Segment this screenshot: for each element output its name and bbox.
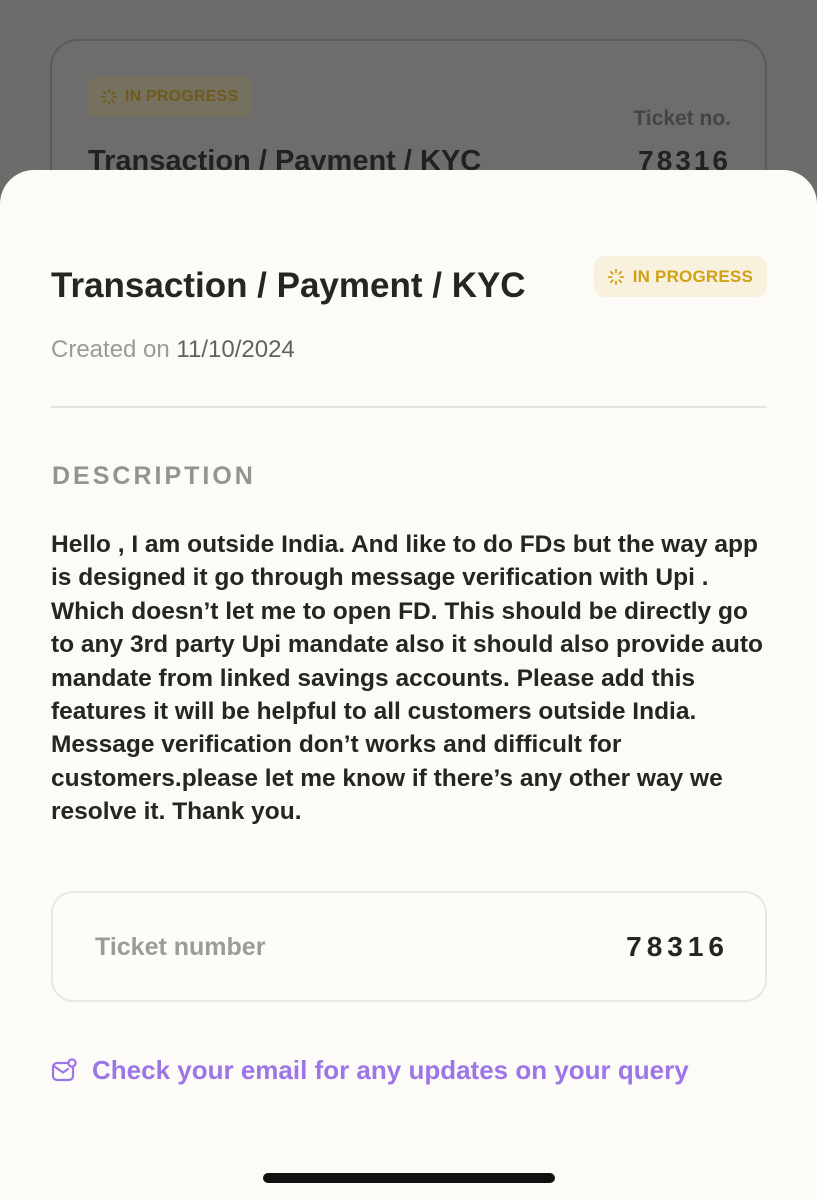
divider (51, 406, 767, 408)
background-status-badge: IN PROGRESS (88, 77, 253, 117)
ticket-number-value: 78316 (626, 931, 729, 962)
created-date: 11/10/2024 (176, 336, 295, 363)
status-label: IN PROGRESS (632, 266, 753, 286)
background-ticket-label: Ticket no. (633, 107, 731, 130)
status-badge: IN PROGRESS (593, 256, 767, 297)
ticket-number-box: Ticket number 78316 (51, 891, 767, 1002)
email-updates-text: Check your email for any updates on your… (92, 1055, 689, 1085)
ticket-number-label: Ticket number (95, 933, 266, 961)
home-indicator[interactable] (263, 1173, 555, 1183)
mail-icon (51, 1057, 77, 1081)
background-status-label: IN PROGRESS (125, 88, 239, 105)
spinner-icon (607, 268, 624, 285)
spinner-icon (100, 88, 118, 106)
created-prefix: Created on (51, 336, 177, 363)
ticket-title: Transaction / Payment / KYC (51, 266, 526, 305)
created-on: Created on 11/10/2024 (51, 336, 295, 364)
description-heading: DESCRIPTION (52, 462, 256, 490)
description-text: Hello , I am outside India. And like to … (51, 531, 763, 826)
screen: IN PROGRESS Ticket no. Transaction / Pay… (0, 0, 817, 1200)
email-updates-link[interactable]: Check your email for any updates on your… (51, 1055, 689, 1086)
ticket-detail-sheet: Transaction / Payment / KYC IN PROGRESS … (0, 170, 817, 1200)
